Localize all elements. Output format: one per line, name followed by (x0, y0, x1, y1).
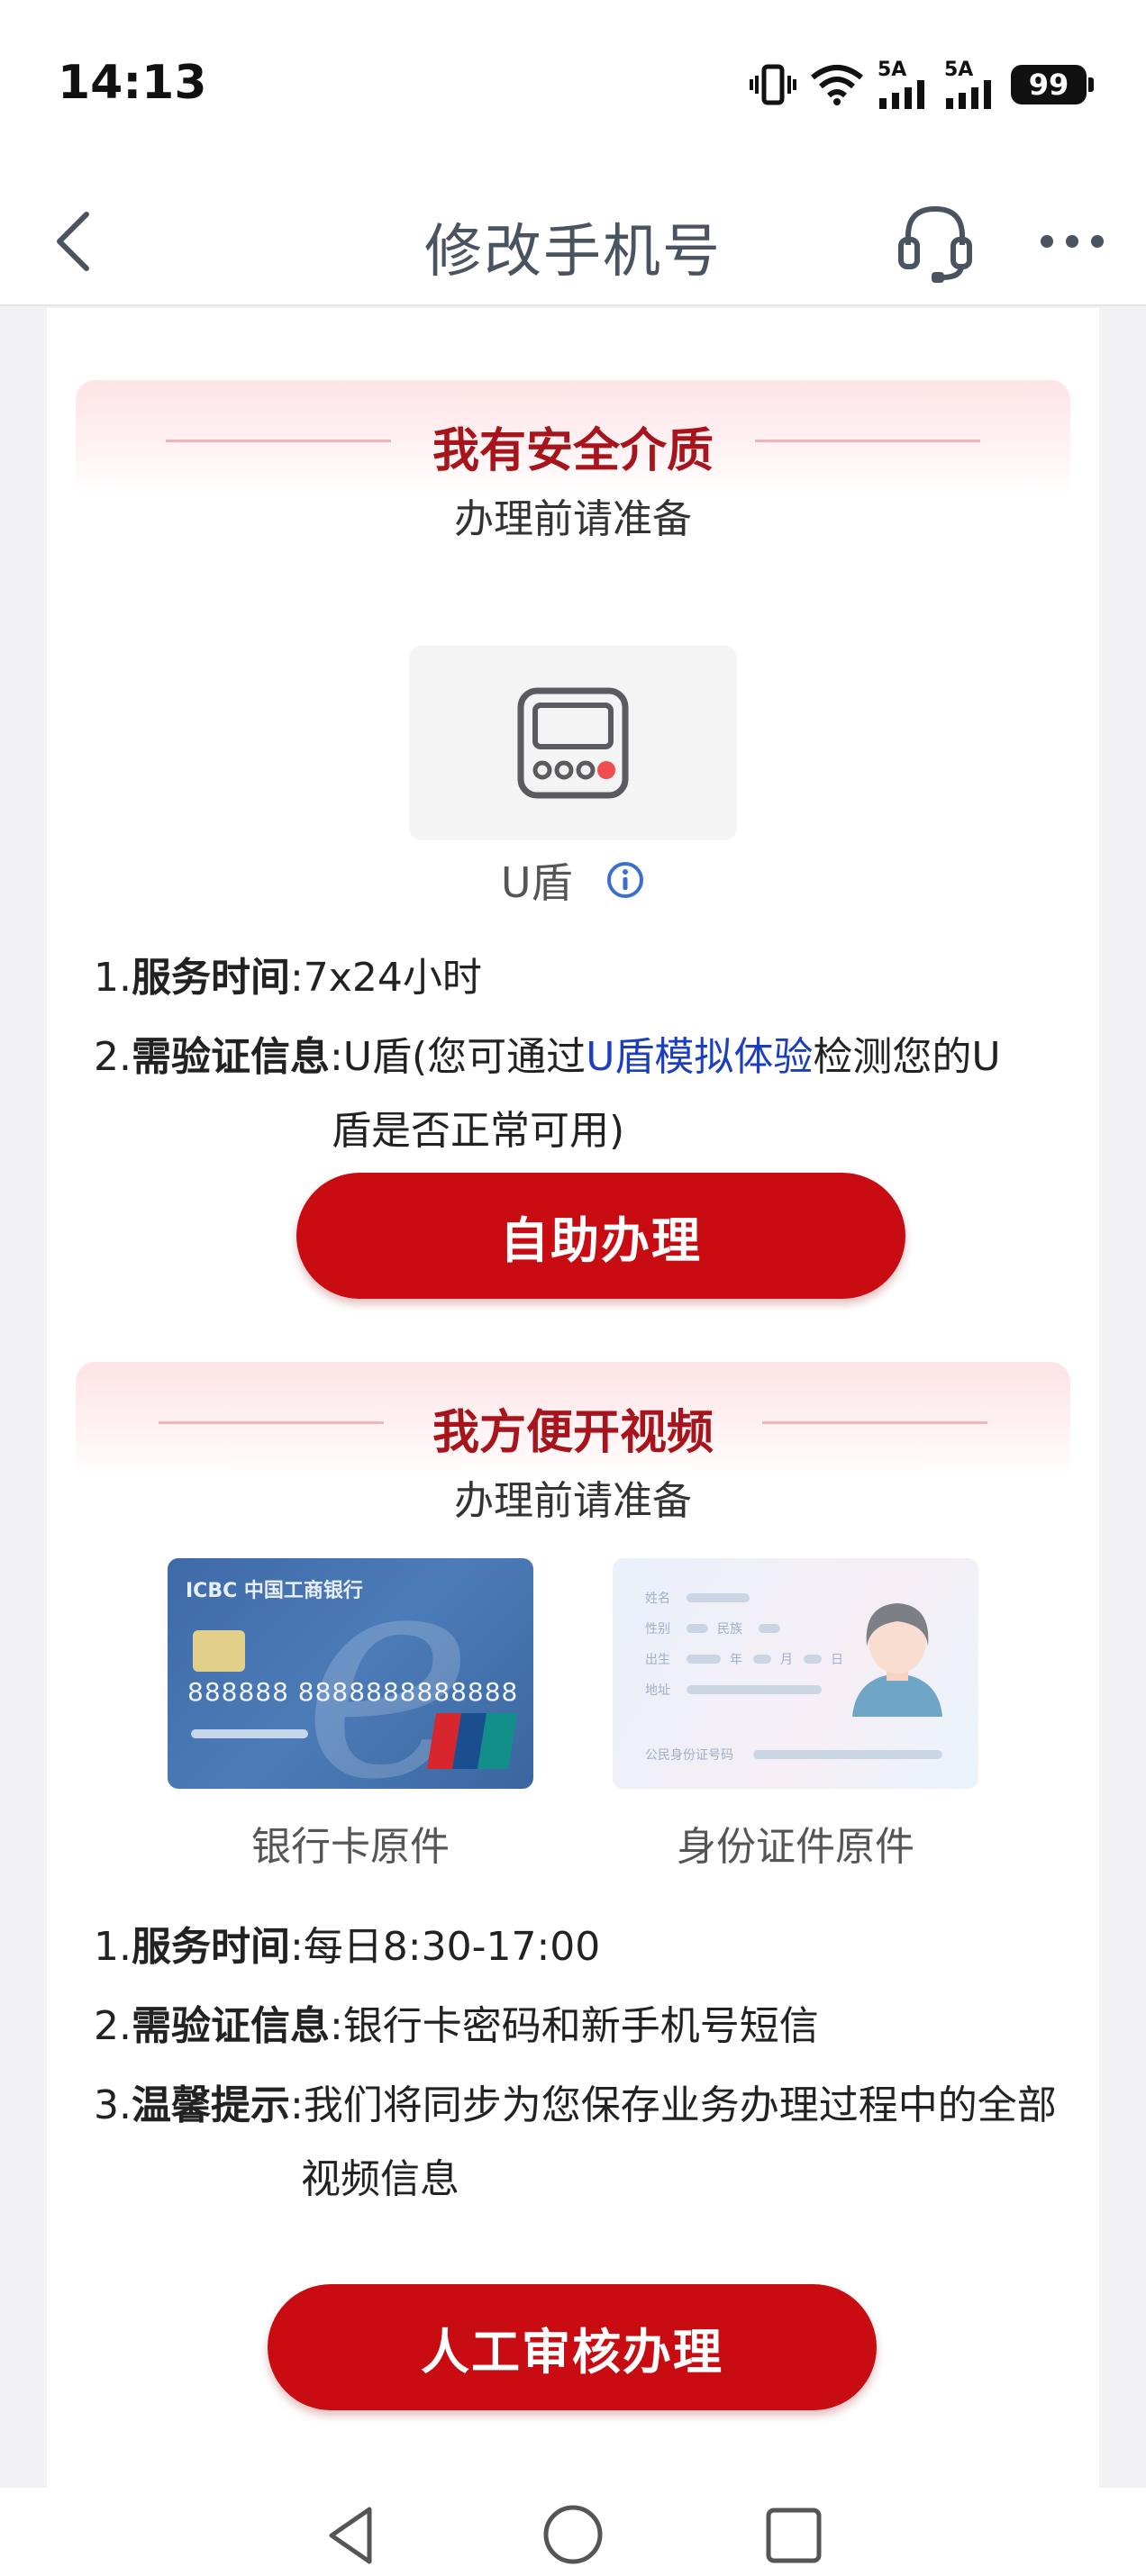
status-bar: 14:13 5A 5A 99 (0, 0, 1146, 171)
info-num: 1. (94, 955, 132, 1001)
id-bar (687, 1655, 721, 1664)
battery-indicator: 99 (1011, 65, 1094, 104)
id-key: 出生 (645, 1653, 670, 1667)
info-line-verify: 2.需验证信息:U盾(您可通过U盾模拟体验检测您的U (94, 1018, 1076, 1097)
id-row-number: 公民身份证号码 (645, 1748, 942, 1763)
info-num: 1. (94, 1924, 132, 1970)
info-list: 1.服务时间:7x24小时 2.需验证信息:U盾(您可通过U盾模拟体验检测您的U… (94, 939, 1076, 1171)
doc-label: 银行卡原件 (251, 1824, 450, 1870)
info-line-verify: 2.需验证信息:银行卡密码和新手机号短信 (94, 1987, 1076, 2066)
info-value: :我们将同步为您保存业务办理过程中的全部 (289, 2082, 1057, 2128)
ukey-icon (517, 687, 629, 799)
id-bar (753, 1750, 942, 1759)
ukey-image (409, 646, 737, 840)
id-row-birth: 出生年月日 (645, 1653, 845, 1667)
id-key: 月 (780, 1653, 793, 1667)
info-key: 需验证信息 (131, 2003, 330, 2049)
avatar-icon (852, 1603, 942, 1717)
recents-square-icon[interactable] (764, 2506, 823, 2565)
card-number: 888888 8888888888888 (187, 1677, 519, 1707)
signal-bars-icon (879, 80, 924, 109)
signal-bars-icon (946, 80, 991, 109)
info-line-service-time: 1.服务时间:每日8:30-17:00 (94, 1908, 1076, 1987)
info-value: :U盾(您可通过 (329, 1034, 587, 1080)
card-chip (193, 1630, 245, 1672)
id-key: 地址 (645, 1683, 670, 1698)
unionpay-icon (427, 1713, 517, 1769)
vibrate-icon (750, 64, 796, 105)
id-key: 性别 (645, 1622, 670, 1637)
section-header: 我有安全介质 (76, 380, 1070, 497)
info-value: :7x24小时 (289, 955, 482, 1001)
info-value: :每日8:30-17:00 (289, 1924, 601, 1970)
id-key: 公民身份证号码 (645, 1748, 733, 1763)
ukey-label-row: U盾 (76, 850, 1070, 910)
id-row-sex: 性别 民族 (645, 1622, 780, 1637)
bank-logo: ICBC 中国工商银行 (186, 1580, 363, 1602)
signal-1: 5A (878, 60, 932, 109)
id-key: 民族 (717, 1622, 742, 1637)
id-card-image: 姓名 性别 民族 出生年月日 地址 公民身份证号码 (613, 1558, 978, 1789)
ukey-simulation-link[interactable]: U盾模拟体验 (586, 1034, 813, 1080)
id-bar (687, 1593, 750, 1602)
manual-review-button[interactable]: 人工审核办理 (268, 2284, 877, 2410)
status-icons: 5A 5A 99 (750, 59, 1094, 110)
main-panel: 我有安全介质 办理前请准备 U盾 1.服务时间:7x24小时 2.需验证信息:U… (47, 308, 1099, 2488)
wifi-icon (811, 65, 863, 105)
info-line-verify-cont: 盾是否正常可用) (332, 1108, 625, 1154)
info-line-service-time: 1.服务时间:7x24小时 (94, 939, 1076, 1018)
id-row-name: 姓名 (645, 1592, 750, 1606)
id-bar (753, 1655, 771, 1664)
info-num: 2. (94, 1034, 132, 1080)
doc-label: 身份证件原件 (677, 1824, 914, 1870)
id-key: 姓名 (645, 1592, 670, 1606)
headset-icon[interactable] (892, 198, 978, 285)
info-value: 检测您的U (813, 1034, 1001, 1080)
info-value: :银行卡密码和新手机号短信 (329, 2003, 819, 2049)
info-key: 温馨提示 (131, 2082, 290, 2128)
id-bar (804, 1655, 822, 1664)
section-security-medium: 我有安全介质 办理前请准备 U盾 1.服务时间:7x24小时 2.需验证信息:U… (76, 380, 1070, 1317)
back-triangle-icon[interactable] (321, 2504, 384, 2567)
section-title: 我有安全介质 (432, 424, 714, 478)
section-header: 我方便开视频 (76, 1362, 1070, 1479)
info-key: 服务时间 (131, 955, 290, 1001)
more-icon[interactable] (1036, 216, 1108, 267)
info-num: 3. (94, 2082, 132, 2128)
id-key: 年 (730, 1653, 742, 1667)
info-list: 1.服务时间:每日8:30-17:00 2.需验证信息:银行卡密码和新手机号短信… (94, 1908, 1076, 2219)
divider-line (762, 1421, 987, 1424)
home-circle-icon[interactable] (541, 2502, 605, 2567)
info-line-tip-cont: 视频信息 (301, 2156, 459, 2202)
doc-bank-card: e ICBC 中国工商银行 888888 8888888888888 银行卡原件 (168, 1558, 533, 1872)
info-line-tip: 3.温馨提示:我们将同步为您保存业务办理过程中的全部 (94, 2066, 1076, 2145)
info-num: 2. (94, 2003, 132, 2049)
info-key: 需验证信息 (131, 1034, 330, 1080)
system-nav-bar (0, 2488, 1146, 2576)
signal-2: 5A (944, 60, 998, 109)
signal-2-label: 5A (944, 59, 974, 81)
bank-card-image: e ICBC 中国工商银行 888888 8888888888888 (168, 1558, 533, 1789)
nav-bar: 修改手机号 (0, 171, 1146, 306)
id-bar (687, 1624, 708, 1633)
divider-line (755, 440, 980, 442)
ukey-label: U盾 (500, 858, 573, 907)
section-title: 我方便开视频 (432, 1406, 714, 1460)
signal-1-label: 5A (878, 59, 907, 81)
self-service-button[interactable]: 自助办理 (296, 1173, 905, 1299)
id-bar (687, 1685, 822, 1694)
info-icon[interactable] (605, 860, 645, 900)
info-key: 服务时间 (131, 1924, 290, 1970)
card-bar (191, 1729, 308, 1738)
doc-id-card: 姓名 性别 民族 出生年月日 地址 公民身份证号码 身份证件原件 (613, 1558, 978, 1872)
id-row-address: 地址 (645, 1683, 822, 1698)
status-time: 14:13 (58, 56, 207, 110)
id-bar (759, 1624, 780, 1633)
